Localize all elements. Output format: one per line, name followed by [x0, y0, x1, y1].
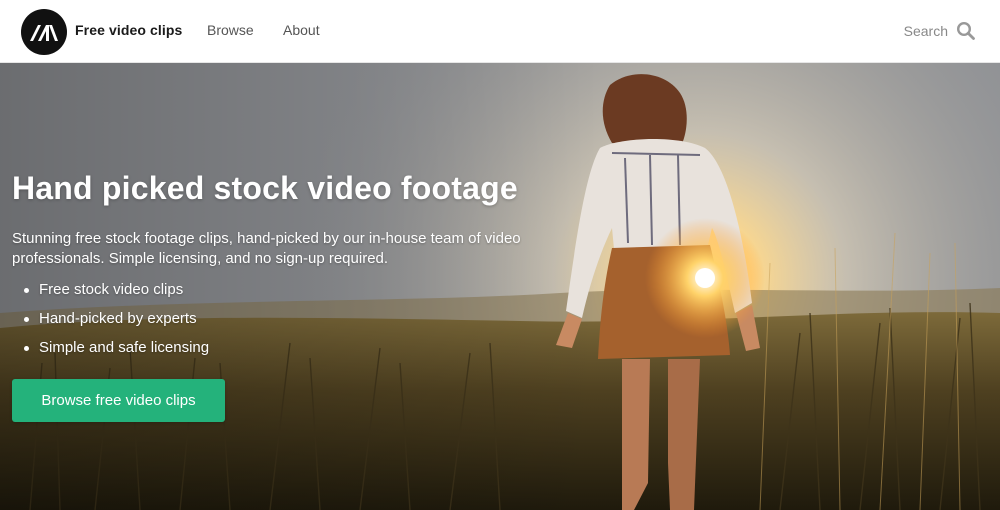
nav-browse-link[interactable]: Browse [207, 22, 254, 38]
logo-mark [30, 25, 58, 41]
browse-clips-button[interactable]: Browse free video clips [12, 379, 225, 422]
search-icon[interactable] [956, 21, 976, 41]
search-bar [878, 18, 976, 44]
list-item: Simple and safe licensing [22, 333, 572, 362]
nav-about-link[interactable]: About [283, 22, 320, 38]
hero-title: Hand picked stock video footage [12, 170, 518, 206]
hero-section: Hand picked stock video footage Stunning… [0, 63, 1000, 510]
search-input[interactable] [878, 23, 948, 39]
list-item: Free stock video clips [22, 275, 572, 304]
hero-description: Stunning free stock footage clips, hand-… [12, 230, 521, 267]
site-header: Free video clips Browse About [0, 0, 1000, 63]
list-item: Hand-picked by experts [22, 304, 572, 333]
logo-icon[interactable] [21, 9, 67, 55]
hero-content: Hand picked stock video footage Stunning… [12, 170, 572, 362]
hero-feature-list: Free stock video clips Hand-picked by ex… [12, 275, 572, 362]
brand-link[interactable]: Free video clips [75, 22, 182, 38]
